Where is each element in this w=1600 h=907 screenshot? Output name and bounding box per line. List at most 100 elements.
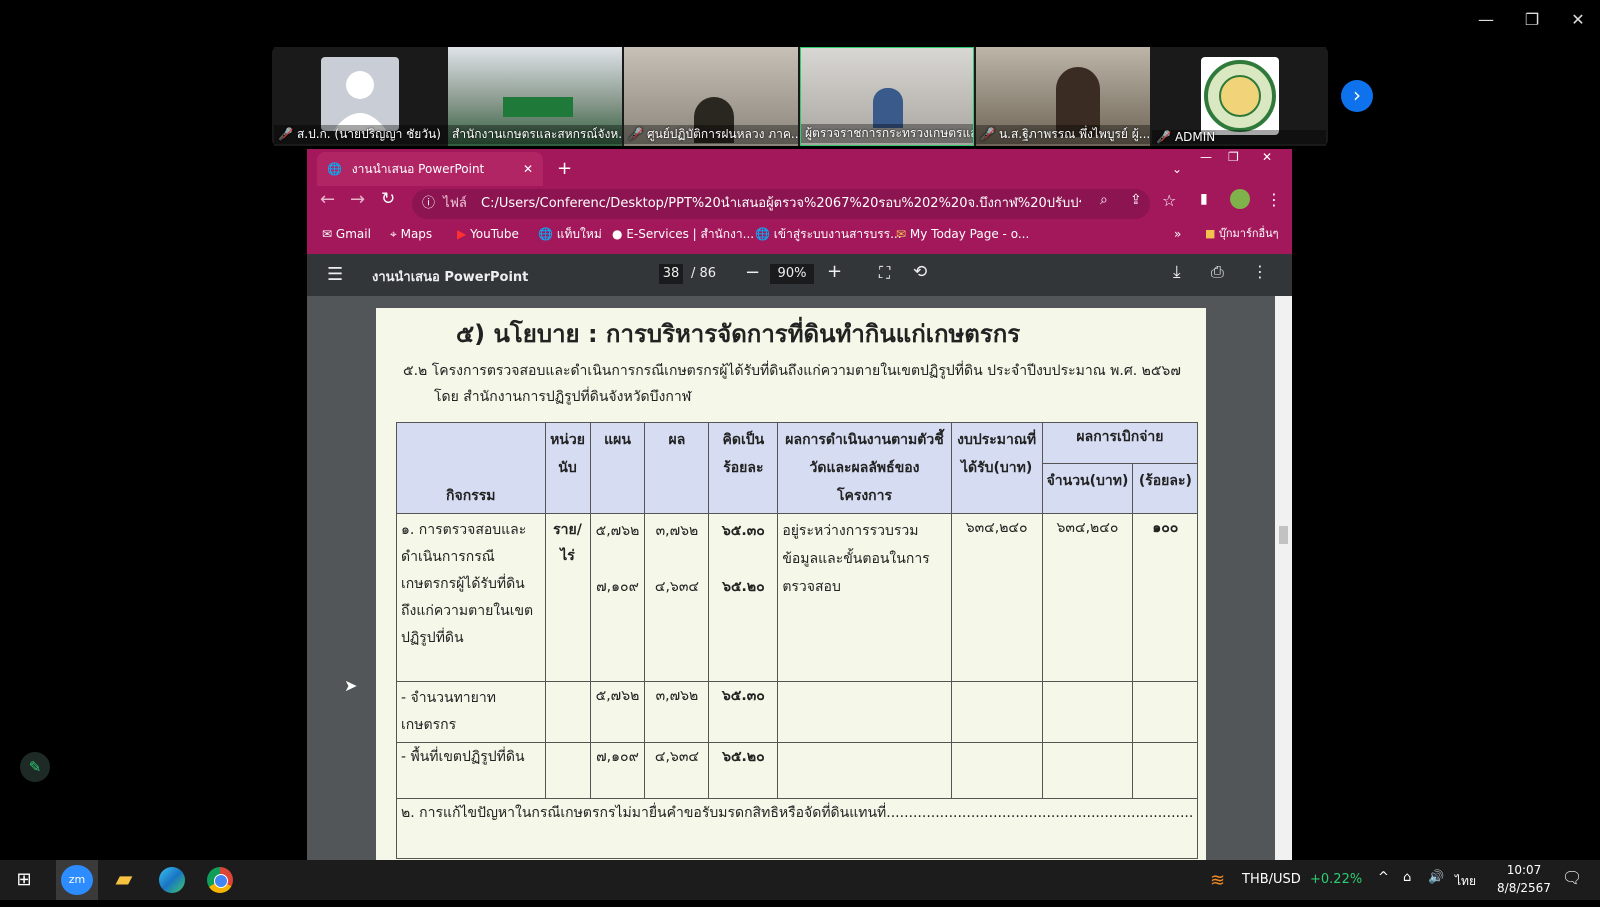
zoom-icon[interactable]: ⌕	[1100, 192, 1108, 208]
mic-muted-icon: 🎤̸	[1156, 130, 1171, 144]
print-icon[interactable]: ⎙	[1211, 262, 1224, 282]
new-tab-button[interactable]: +	[557, 152, 572, 186]
forward-icon[interactable]: →	[350, 189, 365, 210]
bookmark-newtab[interactable]: 🌐 แท็บใหม่	[538, 224, 602, 244]
notification-icon[interactable]: 🗨	[1562, 868, 1582, 887]
browser-tab[interactable]: 🌐 งานนำเสนอ PowerPoint ✕	[317, 152, 543, 186]
sidepanel-icon[interactable]: ▮	[1200, 191, 1208, 207]
pdf-title: งานนำเสนอ PowerPoint	[372, 270, 529, 285]
pdf-page: ๕) นโยบาย : การบริหารจัดการที่ดินทำกินแก…	[376, 308, 1206, 860]
close-button[interactable]: ✕	[1558, 8, 1598, 32]
fit-page-icon[interactable]: ⛶	[879, 263, 890, 283]
browser-minimize-button[interactable]: —	[1200, 150, 1212, 164]
currency-pair[interactable]: THB/USD	[1242, 872, 1301, 887]
participant-name: น.ส.ฐิภาพรรณ พึ่งไพบูรย์ ผู้...	[998, 127, 1150, 141]
restore-button[interactable]: ❐	[1512, 8, 1552, 32]
input-language[interactable]: ไทย	[1455, 872, 1476, 891]
globe-icon: 🌐	[538, 227, 553, 241]
table-row: ๑. การตรวจสอบและดำเนินการกรณีเกษตรกรผู้ไ…	[396, 513, 1199, 682]
reload-icon[interactable]: ↻	[381, 189, 395, 209]
participant-tile[interactable]: สำนักงานเกษตรและสหกรณ์จังห...	[448, 47, 622, 146]
bookmark-gmail[interactable]: ✉ Gmail	[322, 224, 371, 244]
mic-muted-icon: 🎤̸	[980, 127, 995, 141]
back-icon[interactable]: ←	[320, 189, 335, 210]
chevron-right-icon: ›	[1353, 83, 1361, 107]
other-bookmarks[interactable]: ■ บุ๊กมาร์กอื่นๆ	[1205, 224, 1279, 244]
volume-icon[interactable]: 🔊	[1428, 870, 1444, 885]
scrollbar[interactable]	[1275, 296, 1292, 860]
bookmark-mytoday[interactable]: ✉ My Today Page - o...	[896, 224, 1029, 244]
participant-name: ADMIN	[1174, 130, 1216, 144]
more-options-icon[interactable]: ⋮	[1252, 262, 1268, 281]
table-row: ๒. การแก้ไขปัญหาในกรณีเกษตรกรไม่มายื่นคำ…	[395, 798, 1199, 859]
file-explorer-icon[interactable]: ▰	[108, 864, 140, 896]
map-icon: ⌖	[390, 227, 397, 241]
browser-restore-button[interactable]: ❐	[1228, 150, 1239, 164]
pdf-toolbar: ☰ งานนำเสนอ PowerPoint 38 / 86 − 90% + ⛶…	[307, 254, 1292, 296]
profile-avatar[interactable]	[1230, 189, 1250, 209]
scrollbar-thumb[interactable]	[1279, 526, 1288, 544]
col-disburse-pct: (ร้อยละ)	[1132, 463, 1199, 514]
bookmark-eservices[interactable]: ● E-Services | สำนักงา...	[612, 224, 754, 244]
address-bar[interactable]: ⓘ ไฟล์ C:/Users/Conferenc/Desktop/PPT%20…	[412, 189, 1150, 219]
bookmark-login[interactable]: 🌐 เข้าสู่ระบบงานสารบรร...	[755, 224, 902, 244]
browser-close-button[interactable]: ✕	[1262, 150, 1272, 164]
rotate-icon[interactable]: ⟲	[913, 262, 927, 282]
zoom-app-icon[interactable]: zm	[56, 860, 98, 900]
participant-name: สำนักงานเกษตรและสหกรณ์จังห...	[452, 127, 622, 141]
slide-heading: ๕) นโยบาย : การบริหารจัดการที่ดินทำกินแก…	[456, 320, 1021, 348]
folder-icon: ■	[1205, 227, 1216, 240]
globe-icon: ●	[612, 227, 623, 241]
col-percent: คิดเป็นร้อยละ	[708, 422, 779, 514]
next-page-button[interactable]: ›	[1341, 80, 1373, 112]
bookmark-youtube[interactable]: ▶ YouTube	[457, 224, 519, 244]
tray-chevron-icon[interactable]: ^	[1378, 870, 1389, 885]
table-row: - จำนวนทายาทเกษตรกร ๕,๗๖๒ ๓,๗๖๒ ๖๕.๓๐	[396, 681, 1199, 743]
currency-change: +0.22%	[1310, 872, 1363, 887]
person-image	[873, 88, 903, 128]
tab-list-icon[interactable]: ⌄	[1172, 152, 1182, 186]
pdf-viewport[interactable]: ๕) นโยบาย : การบริหารจัดการที่ดินทำกินแก…	[307, 296, 1292, 860]
edge-icon[interactable]	[156, 864, 188, 896]
zoom-input[interactable]: 90%	[770, 264, 814, 284]
page-number-input[interactable]: 38	[659, 264, 683, 284]
bookmarks-more-button[interactable]: »	[1174, 224, 1181, 244]
currency-widget-icon[interactable]: ≋	[1210, 870, 1225, 891]
participant-tile[interactable]: 🎤̸ ศูนย์ปฏิบัติการฝนหลวง ภาค...	[624, 47, 798, 146]
avatar	[321, 57, 399, 131]
col-disburse: ผลการเบิกจ่าย	[1041, 421, 1199, 465]
star-icon[interactable]: ☆	[1162, 191, 1176, 210]
chrome-icon[interactable]	[204, 864, 236, 896]
col-activity: กิจกรรม	[396, 422, 546, 514]
globe-icon: 🌐	[327, 162, 342, 176]
menu-icon[interactable]: ⋮	[1266, 190, 1282, 209]
slide-agency: โดย สำนักงานการปฏิรูปที่ดินจังหวัดบึงกาฬ	[434, 389, 692, 405]
youtube-icon: ▶	[457, 227, 467, 241]
hamburger-menu-icon[interactable]: ☰	[327, 264, 343, 285]
seal-logo-icon	[1204, 60, 1276, 132]
data-table: กิจกรรม หน่วยนับ แผน ผล คิดเป็นร้อยละ ผล…	[395, 421, 1199, 859]
minimize-button[interactable]: —	[1466, 8, 1506, 32]
share-icon[interactable]: ⇪	[1130, 192, 1142, 208]
clock-date[interactable]: 8/8/2567	[1490, 881, 1558, 895]
network-icon[interactable]: ⌂	[1403, 870, 1411, 885]
mic-muted-icon: 🎤̸	[278, 127, 293, 141]
participant-tile[interactable]: 🎤̸ ส.ป.ก. (นายปริญญา ชัยวัน)	[274, 47, 448, 146]
participant-name: ผู้ตรวจราชการกระทรวงเกษตรแล...	[805, 126, 973, 140]
close-tab-icon[interactable]: ✕	[523, 152, 533, 186]
annotate-pencil-icon[interactable]: ✎	[20, 752, 50, 782]
windows-start-icon[interactable]: ⊞	[8, 864, 40, 896]
participant-tile[interactable]: 🎤̸ น.ส.ฐิภาพรรณ พึ่งไพบูรย์ ผู้...	[976, 47, 1150, 146]
bookmark-maps[interactable]: ⌖ Maps	[390, 224, 432, 244]
clock-time[interactable]: 10:07	[1500, 863, 1548, 877]
zoom-in-button[interactable]: +	[827, 261, 842, 282]
banner-image	[503, 97, 573, 117]
active-speaker-tile[interactable]: ผู้ตรวจราชการกระทรวงเกษตรแล...	[800, 47, 974, 146]
zoom-out-button[interactable]: −	[745, 262, 760, 283]
col-kpi: ผลการดำเนินงานตามตัวชี้วัดและผลลัพธ์ของโ…	[777, 422, 952, 514]
download-icon[interactable]: ⤓	[1173, 262, 1181, 282]
col-result: ผล	[644, 422, 710, 514]
slide-subtitle: ๕.๒ โครงการตรวจสอบและดำเนินการกรณีเกษตรก…	[403, 363, 1181, 379]
participant-tile[interactable]: 🎤̸ ADMIN	[1152, 47, 1326, 146]
page-total: / 86	[691, 266, 717, 281]
